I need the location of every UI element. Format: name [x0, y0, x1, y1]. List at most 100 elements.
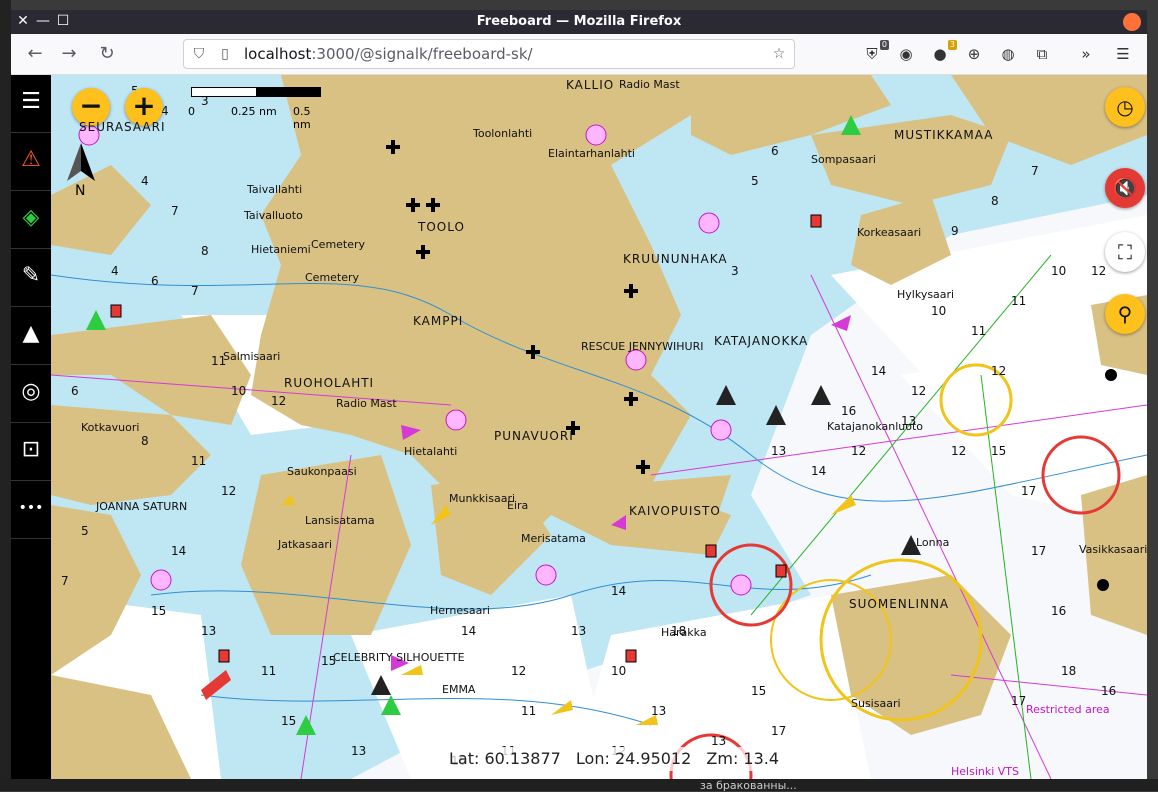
extension-badge: 0: [879, 40, 889, 50]
map-label: Restricted area: [1026, 703, 1110, 716]
zoom-level-readout: Zm: 13.4: [706, 749, 780, 768]
svg-text:8: 8: [201, 244, 209, 258]
map-label: KAIVOPUISTO: [629, 504, 721, 518]
map-label: Cemetery: [305, 271, 360, 284]
fullscreen-icon[interactable]: ⛶: [1105, 232, 1145, 272]
map-label: KAMPPI: [413, 314, 464, 328]
alarm-icon: ⚠: [21, 147, 41, 172]
forward-arrow-icon[interactable]: →: [57, 42, 81, 66]
svg-text:17: 17: [1011, 694, 1026, 708]
map-label: Hylkysaari: [897, 288, 955, 301]
more-tools-icon[interactable]: »: [1075, 43, 1097, 65]
svg-text:16: 16: [1051, 604, 1066, 618]
svg-text:13: 13: [651, 704, 666, 718]
map-label: Munkkisaari: [449, 492, 516, 505]
svg-text:6: 6: [151, 274, 159, 288]
anchor-watch-icon[interactable]: ◷: [1105, 87, 1145, 127]
navigate-button[interactable]: ▲: [11, 307, 51, 365]
map-label: Hietaniemi: [251, 243, 311, 256]
bookmark-star-icon[interactable]: ☆: [770, 45, 788, 63]
svg-text:12: 12: [991, 364, 1006, 378]
more-button[interactable]: •••: [11, 481, 51, 539]
browser-navbar: ← → ↻ ⛉ ▯ localhost:3000/@signalk/freebo…: [11, 34, 1147, 75]
svg-text:14: 14: [461, 624, 476, 638]
latitude-readout: Lat: 60.13877: [449, 749, 561, 768]
map-label: Korkeasaari: [857, 226, 922, 239]
svg-text:12: 12: [271, 394, 286, 408]
svg-text:7: 7: [61, 574, 69, 588]
waypoint-icon[interactable]: ⚲: [1105, 294, 1145, 334]
monkey-icon[interactable]: ◉: [895, 43, 917, 65]
svg-text:5: 5: [751, 174, 759, 188]
svg-text:11: 11: [1011, 294, 1026, 308]
map-label: Eira: [507, 499, 529, 512]
map-label: Radio Mast: [336, 397, 397, 410]
longitude-readout: Lon: 24.95012: [575, 749, 692, 768]
map-label: Taivallahti: [247, 183, 303, 196]
url-text[interactable]: localhost:3000/@signalk/freeboard-sk/: [244, 45, 533, 63]
svg-text:13: 13: [771, 444, 786, 458]
map-label: Hietalahti: [404, 445, 458, 458]
svg-text:10: 10: [1051, 264, 1066, 278]
map-label: Elaintarhanlahti: [548, 147, 635, 160]
svg-text:15: 15: [151, 604, 166, 618]
svg-text:15: 15: [991, 444, 1006, 458]
svg-text:16: 16: [1101, 684, 1116, 698]
svg-text:6: 6: [71, 384, 79, 398]
ublock-icon[interactable]: ⛨ 0: [861, 40, 889, 65]
cookie-icon[interactable]: ◍: [997, 43, 1019, 65]
map-label: Vasikkasaari: [1079, 543, 1147, 556]
svg-text:N: N: [75, 183, 85, 197]
edit-button[interactable]: ✎: [11, 249, 51, 307]
map-label: TOOLO: [418, 220, 465, 234]
svg-text:17: 17: [771, 724, 786, 738]
desktop-left-strip: [0, 0, 11, 791]
center-focus-button[interactable]: ⊡: [11, 423, 51, 481]
map-label: Jatkasaari: [278, 538, 333, 551]
coin-icon[interactable]: ● 3: [929, 40, 957, 65]
svg-text:10: 10: [931, 304, 946, 318]
svg-text:5: 5: [81, 524, 89, 538]
svg-text:8: 8: [141, 434, 149, 448]
page-info-icon[interactable]: ▯: [216, 45, 234, 63]
map-label: Kotkavuori: [81, 421, 140, 434]
alarm-button[interactable]: ⚠: [11, 133, 51, 191]
window-titlebar[interactable]: ✕ — ☐ Freeboard — Mozilla Firefox: [11, 10, 1147, 34]
map-label: KATAJANOKKA: [714, 334, 809, 348]
svg-text:12: 12: [221, 484, 236, 498]
back-arrow-icon[interactable]: ←: [23, 42, 47, 66]
gps-locate-button[interactable]: ◎: [11, 365, 51, 423]
map-label: EMMA: [442, 683, 476, 696]
navigate-icon: ▲: [22, 321, 40, 346]
tracking-protection-icon[interactable]: ⛉: [190, 45, 208, 63]
map-label: SEURASAARI: [79, 120, 166, 134]
svg-text:7: 7: [171, 204, 179, 218]
nautical-chart-svg[interactable]: 5 4 3 4 6 7 11 10 12 8 11 12 14 15 13 11 15 15 14 12 1…: [51, 75, 1147, 779]
map-label: KRUUNUNHAKA: [623, 252, 728, 266]
north-arrow-icon: N: [67, 143, 95, 197]
layers-button[interactable]: ◈: [11, 191, 51, 249]
menu-button[interactable]: ☰: [11, 75, 51, 133]
svg-text:12: 12: [1091, 264, 1106, 278]
url-bar[interactable]: ⛉ ▯ localhost:3000/@signalk/freeboard-sk…: [183, 39, 795, 69]
app-menu-icon[interactable]: ☰: [1112, 43, 1134, 65]
svg-text:13: 13: [201, 624, 216, 638]
svg-text:4: 4: [111, 264, 119, 278]
map-label: Cemetery: [311, 238, 366, 251]
puzzle-icon[interactable]: ⧉: [1031, 43, 1053, 65]
svg-text:9: 9: [951, 224, 959, 238]
mute-icon[interactable]: 🔇: [1105, 168, 1145, 208]
svg-text:12: 12: [911, 384, 926, 398]
svg-text:15: 15: [751, 684, 766, 698]
map-label: RESCUE JENNYWIHURI: [581, 340, 704, 353]
svg-text:11: 11: [971, 324, 986, 338]
svg-text:17: 17: [1031, 544, 1046, 558]
map-label: Helsinki VTS: [951, 765, 1020, 778]
svg-text:13: 13: [571, 624, 586, 638]
globe-icon[interactable]: ⊕: [963, 43, 985, 65]
chart-map[interactable]: 5 4 3 4 6 7 11 10 12 8 11 12 14 15 13 11 15 15 14 12 1…: [51, 75, 1147, 779]
map-label: Taivalluoto: [244, 209, 303, 222]
map-label: Toolonlahti: [473, 127, 533, 140]
reload-icon[interactable]: ↻: [95, 42, 119, 66]
edit-icon: ✎: [21, 263, 41, 288]
